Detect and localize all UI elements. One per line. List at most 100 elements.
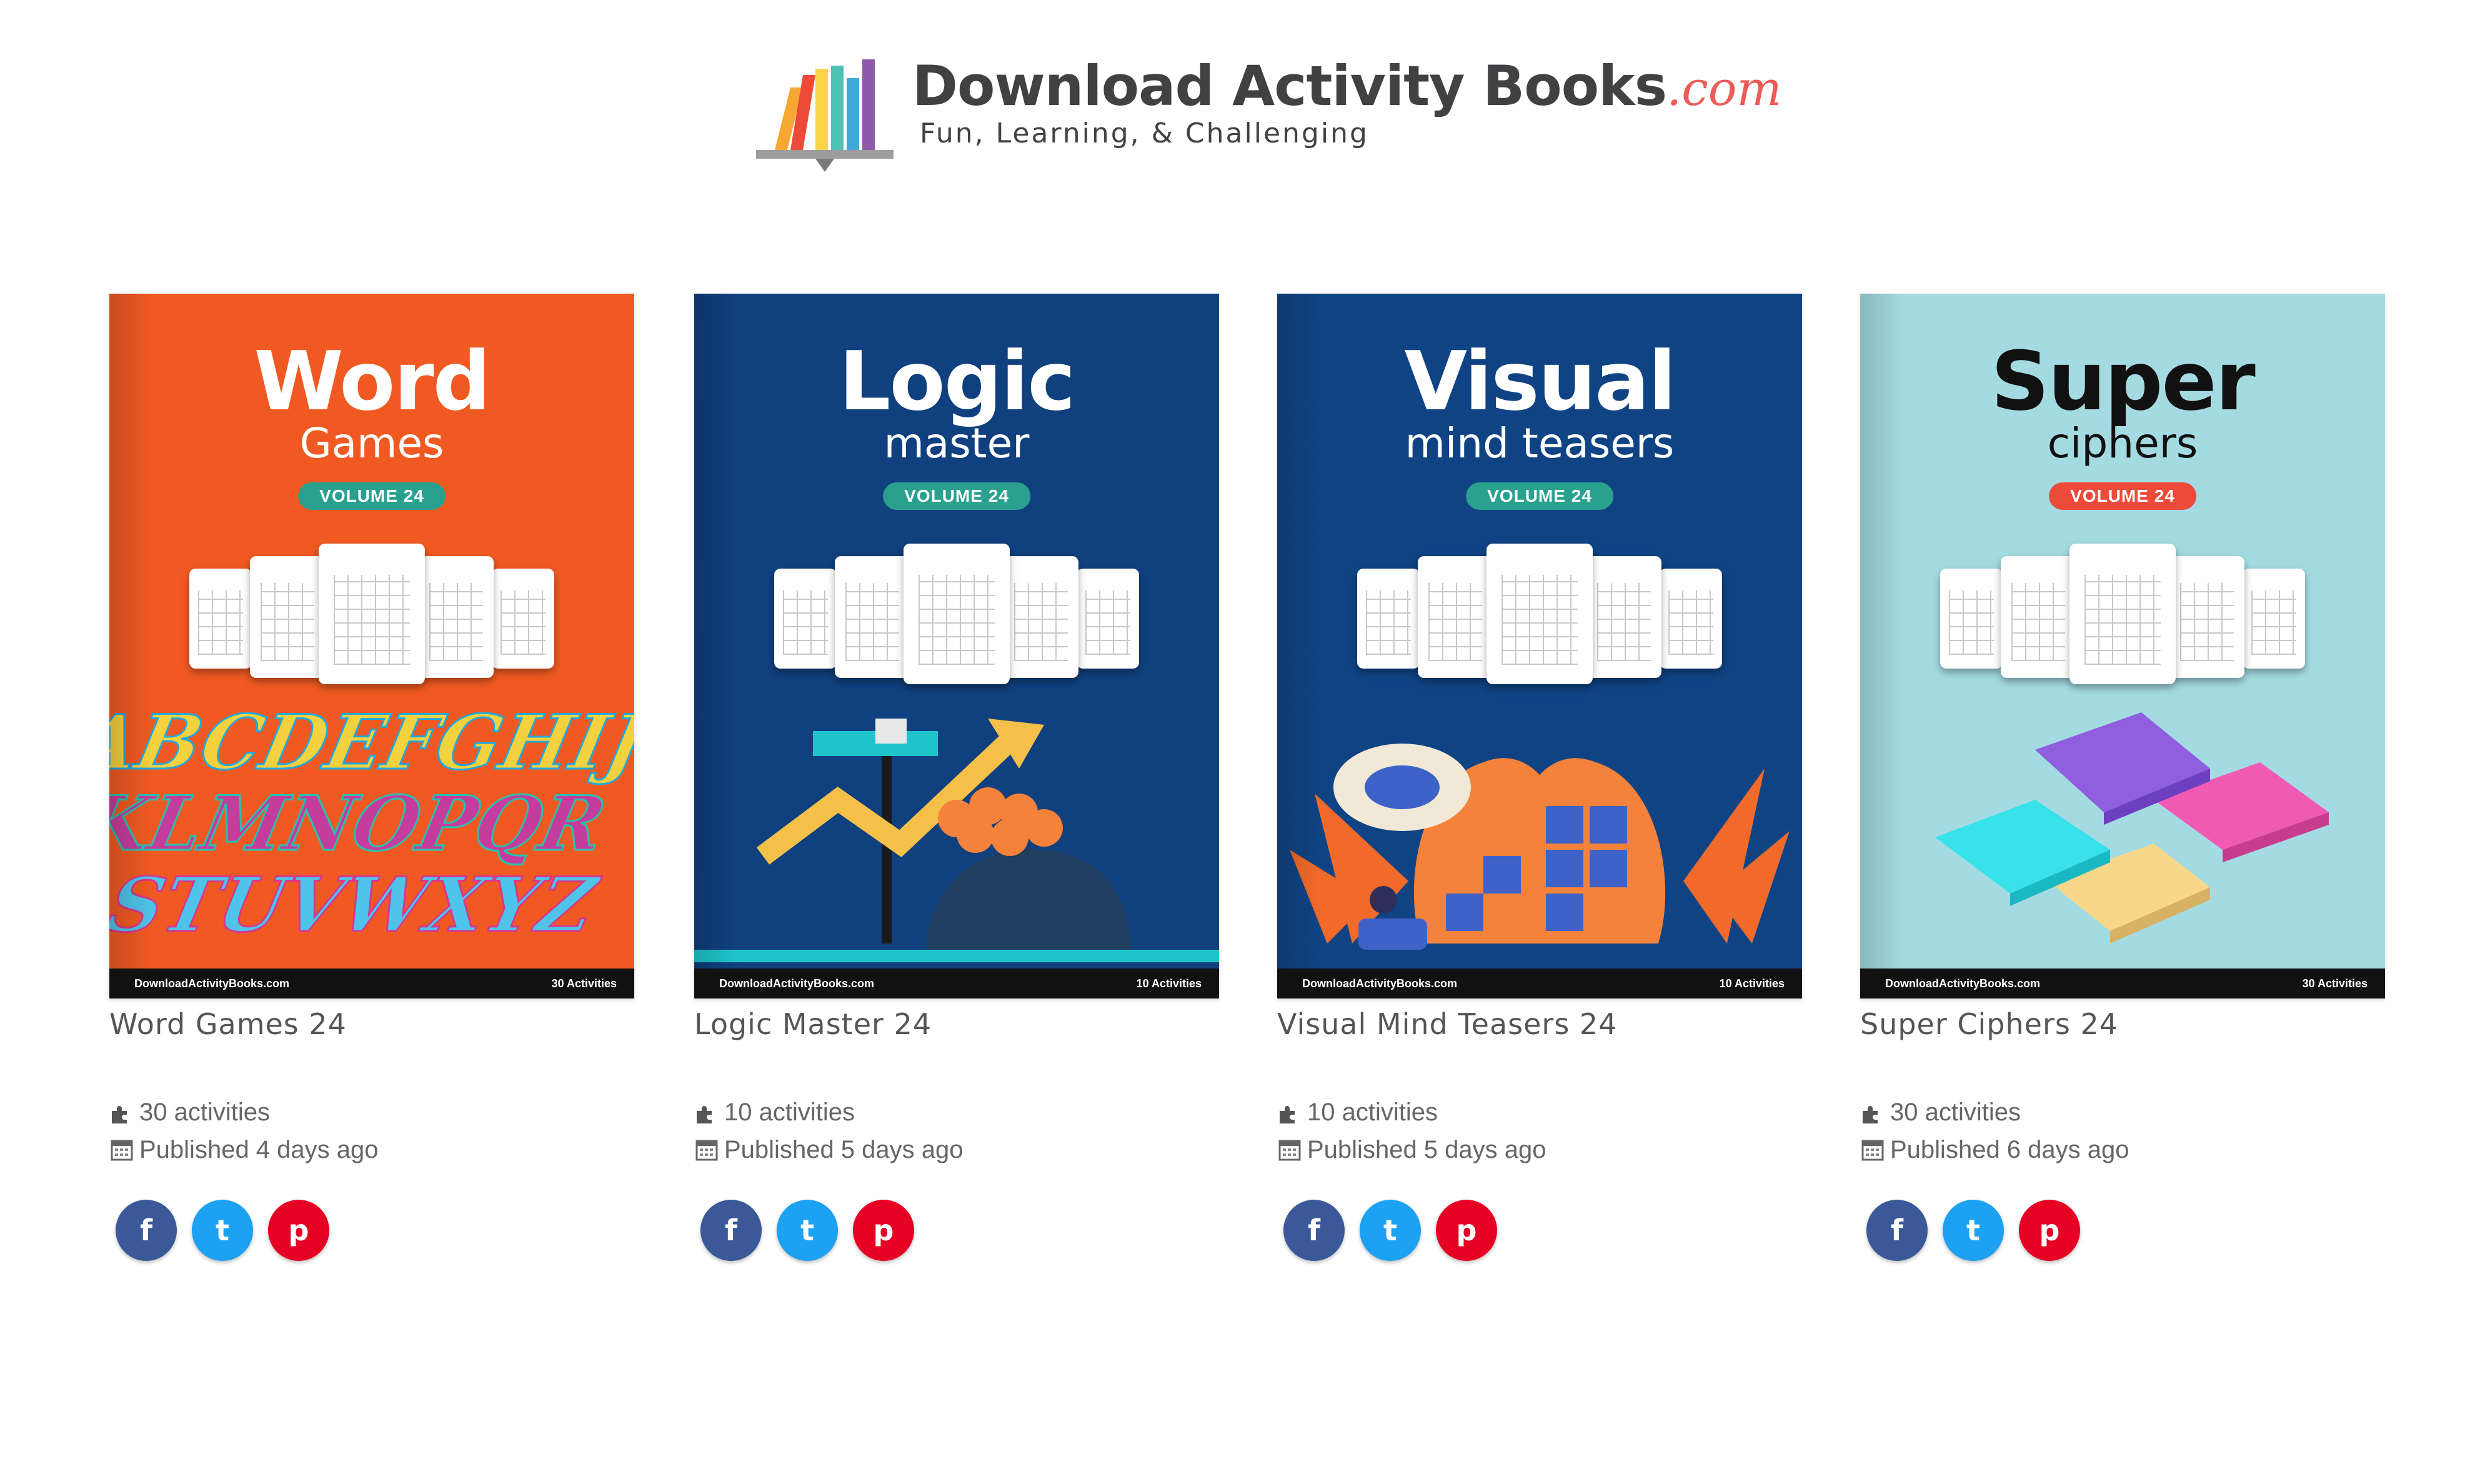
facebook-share-button[interactable]: f	[116, 1200, 177, 1261]
cover-title: Word	[254, 334, 491, 429]
cover-title: Super	[1991, 334, 2256, 429]
sample-page	[492, 569, 554, 669]
sample-page	[2243, 569, 2305, 669]
sample-page	[774, 569, 837, 669]
volume-badge: VOLUME 24	[883, 482, 1030, 510]
facebook-share-button[interactable]: f	[1283, 1200, 1345, 1261]
sample-page	[189, 569, 252, 669]
book-card: Visual mind teasers VOLUME 24 DownloadAc…	[1277, 294, 1802, 1261]
twitter-icon: t	[216, 1213, 229, 1247]
sample-page	[319, 544, 425, 684]
cover-footer-site: DownloadActivityBooks.com	[1885, 977, 2041, 990]
activities-count: 30 activities	[1890, 1098, 2021, 1126]
calendar-icon	[1861, 1140, 1884, 1161]
logo-title: Download Activity Books.com	[912, 54, 1782, 118]
facebook-icon: f	[724, 1213, 737, 1247]
book-meta: 30 activities Published 4 days ago	[109, 1093, 634, 1168]
cover-subtitle: ciphers	[2047, 419, 2198, 467]
cover-title: Logic	[839, 334, 1076, 429]
book-title[interactable]: Visual Mind Teasers 24	[1277, 1007, 1802, 1041]
facebook-share-button[interactable]: f	[700, 1200, 762, 1261]
facebook-icon: f	[1307, 1213, 1320, 1247]
published-date: Published 5 days ago	[724, 1135, 964, 1163]
book-title[interactable]: Super Ciphers 24	[1860, 1007, 2385, 1041]
cover-subtitle: master	[884, 419, 1030, 467]
sample-page	[1940, 569, 2003, 669]
book-card: Super ciphers VOLUME 24 DownloadActivity…	[1860, 294, 2385, 1261]
twitter-icon: t	[1383, 1213, 1397, 1247]
activities-count: 10 activities	[1307, 1098, 1438, 1126]
book-card: Logic master VOLUME 24 DownloadActivityB…	[694, 294, 1219, 1261]
cover-footer-count: 30 Activities	[551, 977, 617, 990]
logo-tagline: Fun, Learning, & Challenging	[920, 117, 1369, 149]
sample-page	[1003, 556, 1078, 678]
sample-page	[1418, 556, 1493, 678]
sample-page	[2001, 556, 2076, 678]
puzzle-icon	[112, 1106, 127, 1123]
twitter-share-button[interactable]: t	[192, 1200, 253, 1261]
volume-badge: VOLUME 24	[2049, 482, 2196, 510]
alphabet-art: ABCDEFGHIJ KLMNOPQR STUVWXYZ	[109, 697, 634, 950]
twitter-icon: t	[800, 1213, 814, 1247]
cover-footer-count: 30 Activities	[2302, 977, 2368, 990]
share-buttons: f t p	[1283, 1200, 1802, 1261]
puzzle-icon	[1863, 1106, 1878, 1123]
svg-text:STUVWXYZ: STUVWXYZ	[109, 860, 606, 949]
book-cover[interactable]: Visual mind teasers VOLUME 24 DownloadAc…	[1277, 294, 1802, 998]
pinterest-icon: p	[873, 1213, 894, 1247]
calendar-icon	[1278, 1140, 1301, 1161]
book-title[interactable]: Word Games 24	[109, 1007, 634, 1041]
book-cover[interactable]: Logic master VOLUME 24 DownloadActivityB…	[694, 294, 1219, 998]
cover-footer-count: 10 Activities	[1719, 977, 1785, 990]
svg-text:ABCDEFGHIJ: ABCDEFGHIJ	[109, 698, 634, 786]
published-date: Published 4 days ago	[139, 1135, 379, 1163]
sample-page	[1487, 544, 1593, 684]
cover-footer: DownloadActivityBooks.com 10 Activities	[694, 969, 1219, 998]
book-title[interactable]: Logic Master 24	[694, 1007, 1219, 1041]
cover-footer: DownloadActivityBooks.com 30 Activities	[1860, 969, 2385, 998]
book-meta: 10 activities Published 5 days ago	[1277, 1093, 1802, 1168]
published-date: Published 6 days ago	[1890, 1135, 2129, 1163]
book-cover[interactable]: Word Games VOLUME 24 ABCDEFGHIJ KLMNOPQR…	[109, 294, 634, 998]
sample-page	[1660, 569, 1722, 669]
facebook-share-button[interactable]: f	[1866, 1200, 1928, 1261]
sample-page	[2169, 556, 2244, 678]
volume-badge: VOLUME 24	[298, 482, 446, 510]
sample-page	[2069, 544, 2176, 684]
sample-pages	[1860, 544, 2385, 694]
published-date: Published 5 days ago	[1307, 1135, 1546, 1163]
share-buttons: f t p	[1866, 1200, 2385, 1261]
sample-pages	[1277, 544, 1802, 694]
sample-page	[250, 556, 325, 678]
twitter-share-button[interactable]: t	[1943, 1200, 2004, 1261]
sample-pages	[694, 544, 1219, 694]
share-buttons: f t p	[700, 1200, 1219, 1261]
sample-pages	[109, 544, 634, 694]
twitter-share-button[interactable]: t	[777, 1200, 838, 1261]
logo-com: .com	[1666, 61, 1782, 116]
pinterest-icon: p	[288, 1213, 309, 1247]
svg-text:KLMNOPQR: KLMNOPQR	[109, 779, 613, 867]
cover-subtitle: Games	[299, 419, 444, 467]
pinterest-icon: p	[1456, 1213, 1477, 1247]
site-logo[interactable]: Download Activity Books.com Fun, Learnin…	[756, 50, 1782, 181]
book-cover[interactable]: Super ciphers VOLUME 24 DownloadActivity…	[1860, 294, 2385, 998]
pinterest-share-button[interactable]: p	[2019, 1200, 2080, 1261]
twitter-share-button[interactable]: t	[1360, 1200, 1421, 1261]
calendar-icon	[111, 1140, 133, 1161]
pinterest-share-button[interactable]: p	[1436, 1200, 1497, 1261]
book-card: Word Games VOLUME 24 ABCDEFGHIJ KLMNOPQR…	[109, 294, 634, 1261]
pinterest-share-button[interactable]: p	[268, 1200, 329, 1261]
facebook-icon: f	[139, 1213, 152, 1247]
sample-page	[1357, 569, 1420, 669]
brain-puzzle-art	[1290, 744, 1790, 950]
share-buttons: f t p	[116, 1200, 634, 1261]
pinterest-share-button[interactable]: p	[853, 1200, 914, 1261]
cover-footer-count: 10 Activities	[1136, 977, 1202, 990]
cover-subtitle: mind teasers	[1405, 419, 1675, 467]
facebook-icon: f	[1890, 1213, 1903, 1247]
sample-page	[835, 556, 910, 678]
calendar-icon	[695, 1140, 718, 1161]
twitter-icon: t	[1966, 1213, 1980, 1247]
cover-footer: DownloadActivityBooks.com 30 Activities	[109, 969, 634, 998]
